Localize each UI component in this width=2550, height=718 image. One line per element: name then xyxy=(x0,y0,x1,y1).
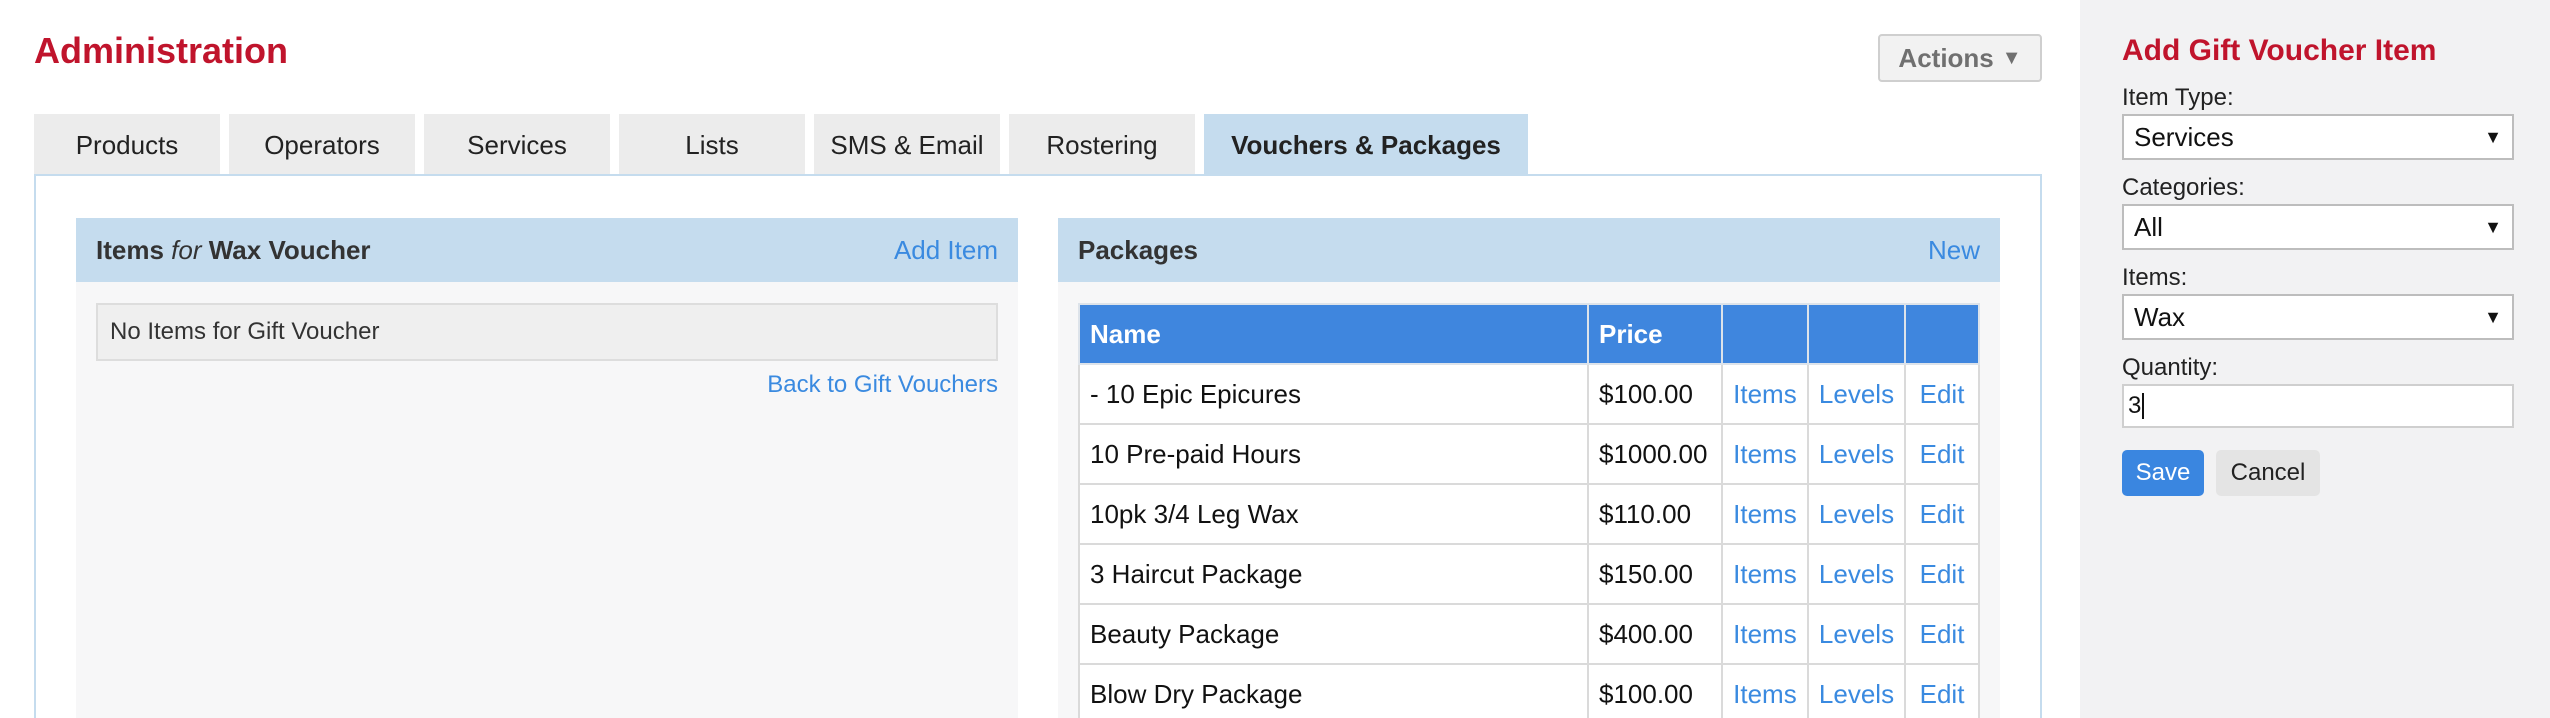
edit-link[interactable]: Edit xyxy=(1904,663,1980,718)
edit-link[interactable]: Edit xyxy=(1904,423,1980,485)
edit-link[interactable]: Edit xyxy=(1904,543,1980,605)
cancel-button[interactable]: Cancel xyxy=(2216,450,2320,496)
levels-link[interactable]: Levels xyxy=(1806,423,1907,485)
tab-rostering[interactable]: Rostering xyxy=(1009,114,1195,176)
items-select[interactable]: Wax ▼ xyxy=(2122,294,2514,340)
items-title-prefix: Items xyxy=(96,234,164,265)
levels-link[interactable]: Levels xyxy=(1806,363,1907,425)
levels-link[interactable]: Levels xyxy=(1806,663,1907,718)
items-link[interactable]: Items xyxy=(1720,603,1809,665)
back-to-gift-vouchers-link[interactable]: Back to Gift Vouchers xyxy=(767,371,998,399)
table-row: 3 Haircut Package $150.00 Items Levels E… xyxy=(1078,543,1980,605)
items-panel-header: Items for Wax Voucher Add Item xyxy=(76,218,1018,282)
col-items xyxy=(1720,303,1809,365)
levels-link[interactable]: Levels xyxy=(1806,603,1907,665)
package-name: 10pk 3/4 Leg Wax xyxy=(1078,483,1589,545)
package-name: 3 Haircut Package xyxy=(1078,543,1589,605)
col-name: Name xyxy=(1078,303,1589,365)
chevron-down-icon: ▼ xyxy=(2484,126,2502,147)
table-row: - 10 Epic Epicures $100.00 Items Levels … xyxy=(1078,363,1980,425)
packages-table-header: Name Price xyxy=(1078,303,1980,365)
quantity-input[interactable]: 3 xyxy=(2122,384,2514,428)
packages-panel-title: Packages xyxy=(1078,234,1198,265)
actions-button[interactable]: Actions ▼ xyxy=(1878,34,2042,82)
packages-panel: Packages New Name Price - 10 Epic Epicur… xyxy=(1058,218,2000,718)
tab-sms-email[interactable]: SMS & Email xyxy=(814,114,1000,176)
col-edit xyxy=(1904,303,1980,365)
edit-link[interactable]: Edit xyxy=(1904,603,1980,665)
quantity-value: 3 xyxy=(2128,392,2142,419)
table-row: Beauty Package $400.00 Items Levels Edit xyxy=(1078,603,1980,665)
page-title: Administration xyxy=(34,30,289,71)
packages-table: Name Price - 10 Epic Epicures $100.00 It… xyxy=(1078,303,1980,718)
package-name: Blow Dry Package xyxy=(1078,663,1589,718)
tab-lists[interactable]: Lists xyxy=(619,114,805,176)
items-panel-title: Items for Wax Voucher xyxy=(96,235,371,266)
items-link[interactable]: Items xyxy=(1720,423,1809,485)
packages-panel-header: Packages New xyxy=(1058,218,2000,282)
package-name: Beauty Package xyxy=(1078,603,1589,665)
items-value: Wax xyxy=(2134,301,2186,332)
edit-link[interactable]: Edit xyxy=(1904,363,1980,425)
chevron-down-icon: ▼ xyxy=(2484,306,2502,327)
chevron-down-icon: ▼ xyxy=(2484,216,2502,237)
package-name: - 10 Epic Epicures xyxy=(1078,363,1589,425)
quantity-label: Quantity: xyxy=(2122,354,2219,381)
item-type-value: Services xyxy=(2134,121,2234,152)
new-package-link[interactable]: New xyxy=(1928,235,1980,266)
save-button[interactable]: Save xyxy=(2122,450,2204,496)
actions-label: Actions xyxy=(1898,42,1994,73)
package-price: $150.00 xyxy=(1586,543,1723,605)
add-item-link[interactable]: Add Item xyxy=(894,235,998,266)
levels-link[interactable]: Levels xyxy=(1806,483,1907,545)
text-caret xyxy=(2142,393,2145,419)
main-area: Administration Actions ▼ Products Operat… xyxy=(0,0,2080,718)
item-type-label: Item Type: xyxy=(2122,84,2234,111)
levels-link[interactable]: Levels xyxy=(1806,543,1907,605)
items-link[interactable]: Items xyxy=(1720,663,1809,718)
package-price: $100.00 xyxy=(1586,363,1723,425)
categories-select[interactable]: All ▼ xyxy=(2122,204,2514,250)
table-row: 10 Pre-paid Hours $1000.00 Items Levels … xyxy=(1078,423,1980,485)
package-price: $1000.00 xyxy=(1586,423,1723,485)
edit-link[interactable]: Edit xyxy=(1904,483,1980,545)
package-price: $100.00 xyxy=(1586,663,1723,718)
categories-value: All xyxy=(2134,211,2163,242)
items-link[interactable]: Items xyxy=(1720,543,1809,605)
form-title: Add Gift Voucher Item xyxy=(2122,34,2437,67)
tab-services[interactable]: Services xyxy=(424,114,610,176)
package-price: $110.00 xyxy=(1586,483,1723,545)
table-row: Blow Dry Package $100.00 Items Levels Ed… xyxy=(1078,663,1980,718)
table-row: 10pk 3/4 Leg Wax $110.00 Items Levels Ed… xyxy=(1078,483,1980,545)
tab-operators[interactable]: Operators xyxy=(229,114,415,176)
items-link[interactable]: Items xyxy=(1720,363,1809,425)
package-price: $400.00 xyxy=(1586,603,1723,665)
triangle-down-icon: ▼ xyxy=(2001,46,2022,69)
tab-vouchers-packages[interactable]: Vouchers & Packages xyxy=(1204,114,1528,176)
items-panel: Items for Wax Voucher Add Item No Items … xyxy=(76,218,1018,718)
col-price: Price xyxy=(1586,303,1723,365)
items-label: Items: xyxy=(2122,264,2188,291)
item-type-select[interactable]: Services ▼ xyxy=(2122,114,2514,160)
tab-bar: Products Operators Services Lists SMS & … xyxy=(34,114,1528,176)
items-title-for: for xyxy=(171,234,202,265)
empty-items-message: No Items for Gift Voucher xyxy=(96,303,998,361)
package-name: 10 Pre-paid Hours xyxy=(1078,423,1589,485)
items-link[interactable]: Items xyxy=(1720,483,1809,545)
categories-label: Categories: xyxy=(2122,174,2245,201)
tab-products[interactable]: Products xyxy=(34,114,220,176)
add-gift-voucher-item-panel: Add Gift Voucher Item Item Type: Service… xyxy=(2080,0,2550,718)
items-title-name: Wax Voucher xyxy=(208,234,371,265)
col-levels xyxy=(1806,303,1907,365)
